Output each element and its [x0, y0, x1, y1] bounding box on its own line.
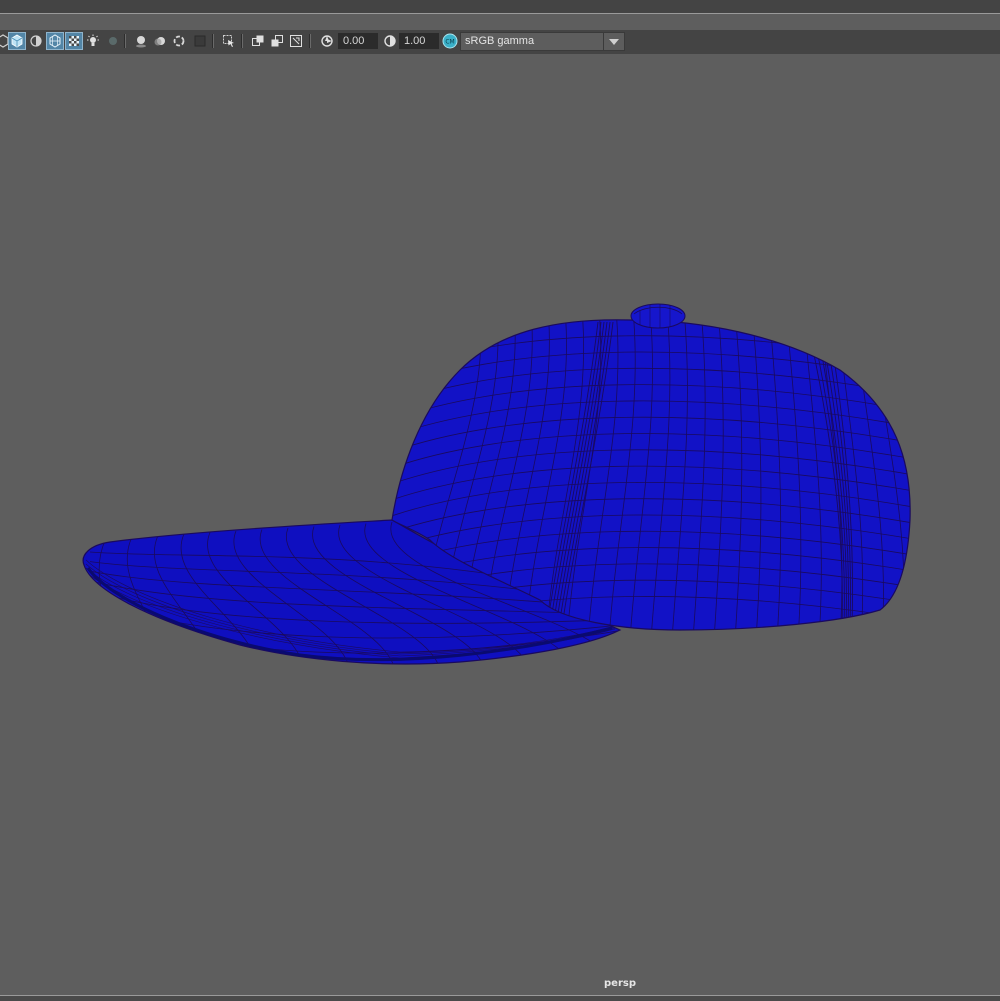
maya-viewport-window: 0.00 1.00 CM sRGB gamma persp [0, 0, 1000, 1001]
toolbar-separator [241, 34, 243, 48]
exposure-icon[interactable] [318, 32, 336, 50]
color-space-value: sRGB gamma [465, 35, 535, 47]
toolbar-separator [212, 34, 214, 48]
anti-aliasing-icon[interactable] [170, 32, 188, 50]
color-space-dropdown[interactable]: sRGB gamma [460, 32, 625, 51]
dropdown-arrow-icon[interactable] [603, 33, 624, 50]
lights-icon[interactable] [84, 32, 102, 50]
baseball-cap-model[interactable] [0, 55, 1000, 995]
exposure-field[interactable]: 0.00 [338, 33, 378, 49]
camera-gate-icon[interactable] [268, 32, 286, 50]
color-management-icon[interactable]: CM [441, 32, 459, 50]
camera-name-label: persp [604, 978, 636, 989]
grease-pencil-icon[interactable] [249, 32, 267, 50]
film-gate-icon[interactable] [287, 32, 305, 50]
half-shaded-icon[interactable] [27, 32, 45, 50]
perspective-viewport[interactable] [0, 55, 1000, 995]
gamma-field[interactable]: 1.00 [399, 33, 439, 49]
depth-of-field-icon[interactable] [191, 32, 209, 50]
panel-menu-strip [0, 0, 1000, 14]
shaded-cube-icon[interactable] [8, 32, 26, 50]
viewport-bottom-border [0, 995, 1000, 1001]
textured-icon[interactable] [65, 32, 83, 50]
toolbar-separator [309, 34, 311, 48]
svg-text:CM: CM [445, 39, 454, 46]
shadows-icon[interactable] [103, 32, 121, 50]
motion-blur-icon[interactable] [151, 32, 169, 50]
wireframe-on-shaded-icon[interactable] [46, 32, 64, 50]
viewport-toolbar: 0.00 1.00 CM sRGB gamma [0, 30, 1000, 54]
toolbar-separator [124, 34, 126, 48]
isolate-select-icon[interactable] [220, 32, 238, 50]
ambient-occlusion-icon[interactable] [132, 32, 150, 50]
gamma-icon[interactable] [381, 32, 399, 50]
